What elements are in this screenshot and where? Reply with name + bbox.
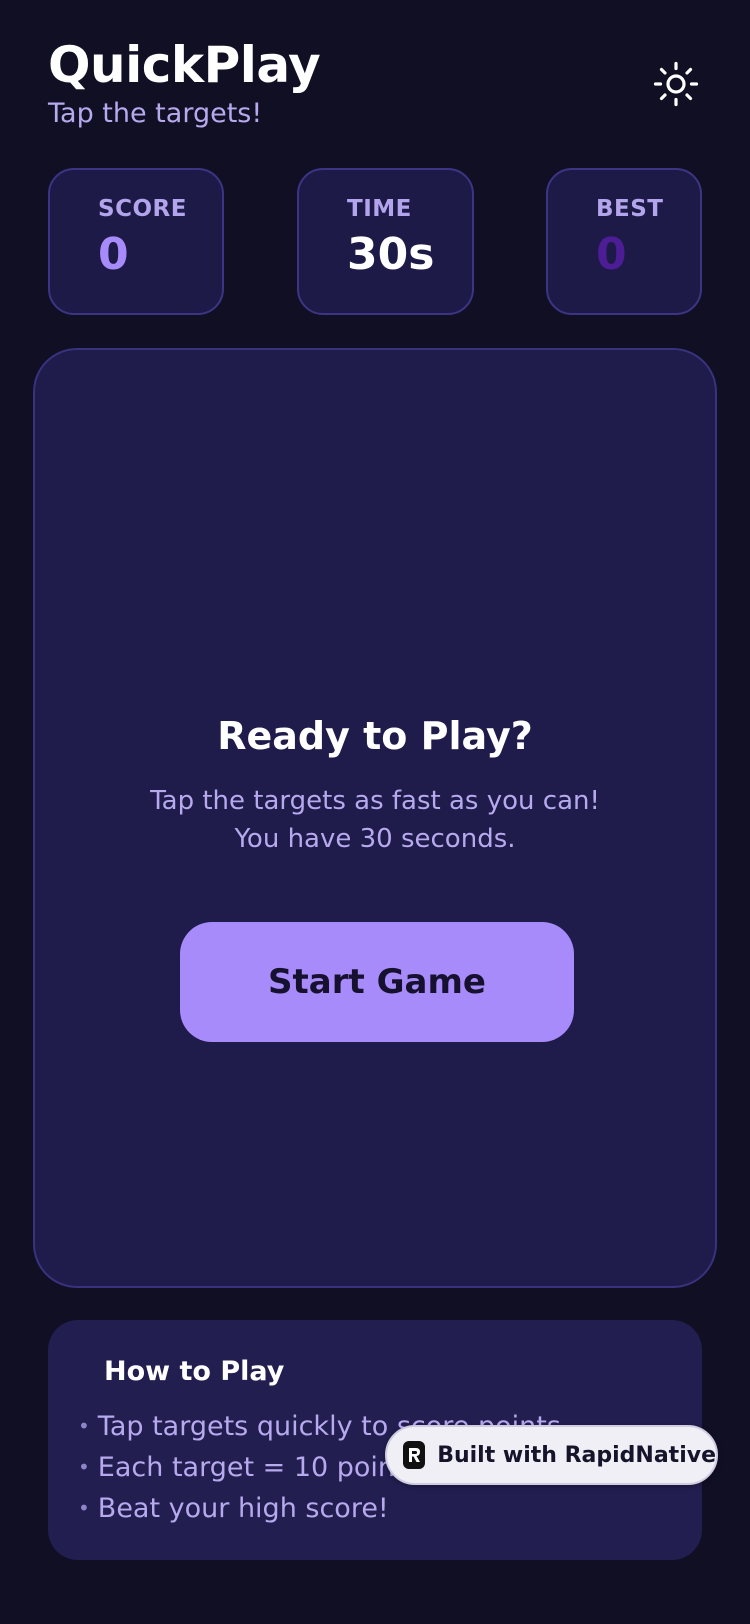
app-subtitle: Tap the targets!: [48, 98, 263, 129]
start-game-button[interactable]: Start Game: [180, 922, 574, 1042]
ready-description: Tap the targets as fast as you can! You …: [35, 782, 715, 858]
rapidnative-logo-icon: [403, 1441, 426, 1469]
theme-toggle-button[interactable]: [650, 58, 702, 110]
bullet-icon: •: [78, 1455, 90, 1479]
badge-label: Built with RapidNative: [437, 1442, 716, 1468]
bullet-icon: •: [78, 1414, 90, 1438]
app-screen: QuickPlay Tap the targets! SCORE 0 TIME …: [0, 0, 750, 1624]
score-value: 0: [98, 229, 129, 280]
score-label: SCORE: [98, 196, 187, 222]
game-area[interactable]: Ready to Play? Tap the targets as fast a…: [33, 348, 717, 1288]
best-value: 0: [596, 229, 627, 280]
time-card: TIME 30s: [297, 168, 474, 315]
list-item-text: Each target = 10 points: [97, 1452, 420, 1483]
best-card: BEST 0: [546, 168, 702, 315]
sun-icon: [653, 61, 699, 107]
ready-description-line-2: You have 30 seconds.: [234, 824, 516, 854]
app-title: QuickPlay: [48, 36, 321, 94]
ready-description-line-1: Tap the targets as fast as you can!: [150, 786, 600, 816]
time-value: 30s: [347, 229, 435, 280]
list-item: • Beat your high score!: [78, 1488, 561, 1529]
bullet-icon: •: [78, 1496, 90, 1520]
best-label: BEST: [596, 196, 664, 222]
list-item-text: Beat your high score!: [97, 1493, 389, 1524]
header: QuickPlay Tap the targets!: [48, 36, 702, 136]
time-label: TIME: [347, 196, 412, 222]
score-card: SCORE 0: [48, 168, 224, 315]
ready-title: Ready to Play?: [217, 714, 533, 758]
built-with-badge[interactable]: Built with RapidNative: [385, 1425, 718, 1485]
how-to-play-title: How to Play: [104, 1356, 285, 1387]
